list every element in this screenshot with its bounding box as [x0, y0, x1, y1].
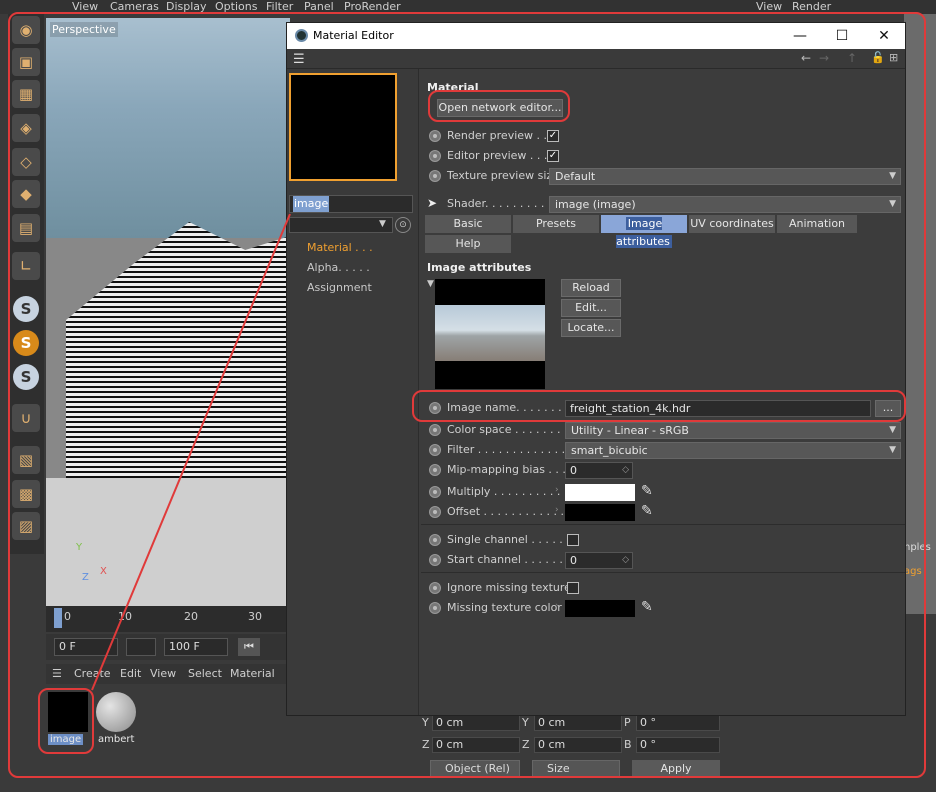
annotation-arrow-line: [91, 213, 291, 691]
annotation-line: [91, 213, 291, 691]
